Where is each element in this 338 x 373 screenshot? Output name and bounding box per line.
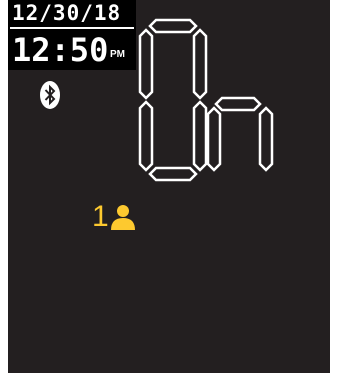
device-screen: 12/30/18 12:50 PM On xyxy=(8,0,330,373)
datetime-panel: 12/30/18 12:50 PM xyxy=(8,0,136,70)
ampm-indicator: PM xyxy=(110,49,125,60)
user-indicator: 1 xyxy=(92,200,152,234)
time-readout-row: 12:50 PM xyxy=(12,32,136,68)
bluetooth-icon xyxy=(40,81,60,109)
segment-glyph-n xyxy=(206,96,274,172)
date-readout: 12/30/18 xyxy=(12,1,122,25)
time-readout: 12:50 xyxy=(12,31,109,69)
main-display: On xyxy=(138,14,274,182)
date-divider xyxy=(10,27,134,29)
segment-glyph-o xyxy=(138,18,208,182)
main-display-label: On xyxy=(138,14,158,18)
user-number: 1 xyxy=(92,200,109,233)
user-icon xyxy=(111,205,135,230)
